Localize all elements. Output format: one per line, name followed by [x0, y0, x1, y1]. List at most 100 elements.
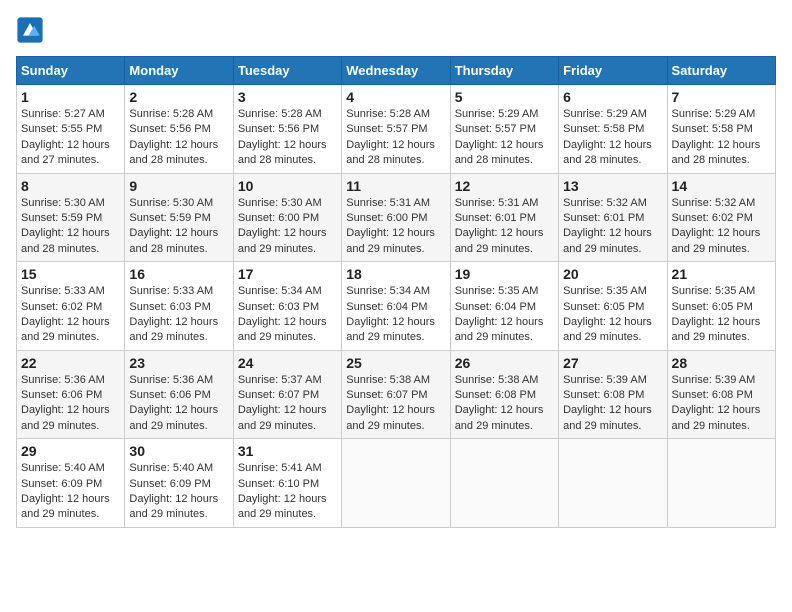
calendar-week-4: 22 Sunrise: 5:36 AM Sunset: 6:06 PM Dayl…: [17, 350, 776, 439]
sunset-label: Sunset: 6:07 PM: [346, 389, 427, 401]
sunset-label: Sunset: 6:04 PM: [455, 301, 536, 313]
sunrise-label: Sunrise: 5:31 AM: [455, 197, 539, 209]
day-info: Sunrise: 5:31 AM Sunset: 6:01 PM Dayligh…: [455, 196, 554, 258]
day-info: Sunrise: 5:34 AM Sunset: 6:04 PM Dayligh…: [346, 284, 445, 346]
sunrise-label: Sunrise: 5:29 AM: [672, 108, 756, 120]
sunset-label: Sunset: 5:59 PM: [21, 212, 102, 224]
daylight-label: Daylight: 12 hours and 29 minutes.: [672, 227, 761, 254]
day-info: Sunrise: 5:39 AM Sunset: 6:08 PM Dayligh…: [563, 373, 662, 435]
daylight-label: Daylight: 12 hours and 29 minutes.: [455, 227, 544, 254]
sunset-label: Sunset: 6:02 PM: [21, 301, 102, 313]
empty-cell: [450, 439, 558, 528]
calendar-day-31: 31 Sunrise: 5:41 AM Sunset: 6:10 PM Dayl…: [233, 439, 341, 528]
sunrise-label: Sunrise: 5:30 AM: [129, 197, 213, 209]
sunrise-label: Sunrise: 5:40 AM: [21, 462, 105, 474]
calendar-day-8: 8 Sunrise: 5:30 AM Sunset: 5:59 PM Dayli…: [17, 173, 125, 262]
day-info: Sunrise: 5:40 AM Sunset: 6:09 PM Dayligh…: [21, 461, 120, 523]
calendar-day-1: 1 Sunrise: 5:27 AM Sunset: 5:55 PM Dayli…: [17, 85, 125, 174]
sunrise-label: Sunrise: 5:29 AM: [455, 108, 539, 120]
calendar-table: SundayMondayTuesdayWednesdayThursdayFrid…: [16, 56, 776, 528]
day-info: Sunrise: 5:29 AM Sunset: 5:58 PM Dayligh…: [672, 107, 771, 169]
day-info: Sunrise: 5:32 AM Sunset: 6:01 PM Dayligh…: [563, 196, 662, 258]
sunset-label: Sunset: 5:58 PM: [672, 123, 753, 135]
sunset-label: Sunset: 5:58 PM: [563, 123, 644, 135]
day-number: 17: [238, 266, 337, 282]
sunrise-label: Sunrise: 5:39 AM: [563, 374, 647, 386]
calendar-day-11: 11 Sunrise: 5:31 AM Sunset: 6:00 PM Dayl…: [342, 173, 450, 262]
daylight-label: Daylight: 12 hours and 29 minutes.: [563, 404, 652, 431]
sunrise-label: Sunrise: 5:35 AM: [455, 285, 539, 297]
daylight-label: Daylight: 12 hours and 29 minutes.: [346, 316, 435, 343]
daylight-label: Daylight: 12 hours and 29 minutes.: [238, 493, 327, 520]
calendar-day-21: 21 Sunrise: 5:35 AM Sunset: 6:05 PM Dayl…: [667, 262, 775, 351]
sunset-label: Sunset: 6:08 PM: [672, 389, 753, 401]
day-info: Sunrise: 5:28 AM Sunset: 5:56 PM Dayligh…: [238, 107, 337, 169]
calendar-day-14: 14 Sunrise: 5:32 AM Sunset: 6:02 PM Dayl…: [667, 173, 775, 262]
day-number: 14: [672, 178, 771, 194]
calendar-day-15: 15 Sunrise: 5:33 AM Sunset: 6:02 PM Dayl…: [17, 262, 125, 351]
day-info: Sunrise: 5:37 AM Sunset: 6:07 PM Dayligh…: [238, 373, 337, 435]
calendar-day-10: 10 Sunrise: 5:30 AM Sunset: 6:00 PM Dayl…: [233, 173, 341, 262]
day-info: Sunrise: 5:34 AM Sunset: 6:03 PM Dayligh…: [238, 284, 337, 346]
day-info: Sunrise: 5:28 AM Sunset: 5:57 PM Dayligh…: [346, 107, 445, 169]
day-info: Sunrise: 5:38 AM Sunset: 6:07 PM Dayligh…: [346, 373, 445, 435]
day-number: 8: [21, 178, 120, 194]
day-number: 19: [455, 266, 554, 282]
daylight-label: Daylight: 12 hours and 29 minutes.: [21, 493, 110, 520]
sunrise-label: Sunrise: 5:36 AM: [129, 374, 213, 386]
sunset-label: Sunset: 6:02 PM: [672, 212, 753, 224]
day-info: Sunrise: 5:30 AM Sunset: 6:00 PM Dayligh…: [238, 196, 337, 258]
day-number: 12: [455, 178, 554, 194]
calendar-day-3: 3 Sunrise: 5:28 AM Sunset: 5:56 PM Dayli…: [233, 85, 341, 174]
calendar-body: 1 Sunrise: 5:27 AM Sunset: 5:55 PM Dayli…: [17, 85, 776, 528]
empty-cell: [342, 439, 450, 528]
day-number: 25: [346, 355, 445, 371]
calendar-day-19: 19 Sunrise: 5:35 AM Sunset: 6:04 PM Dayl…: [450, 262, 558, 351]
day-info: Sunrise: 5:39 AM Sunset: 6:08 PM Dayligh…: [672, 373, 771, 435]
calendar-day-29: 29 Sunrise: 5:40 AM Sunset: 6:09 PM Dayl…: [17, 439, 125, 528]
day-info: Sunrise: 5:35 AM Sunset: 6:05 PM Dayligh…: [672, 284, 771, 346]
sunrise-label: Sunrise: 5:35 AM: [563, 285, 647, 297]
sunset-label: Sunset: 6:06 PM: [21, 389, 102, 401]
daylight-label: Daylight: 12 hours and 27 minutes.: [21, 139, 110, 166]
sunset-label: Sunset: 6:00 PM: [346, 212, 427, 224]
calendar-header-sunday: Sunday: [17, 57, 125, 85]
daylight-label: Daylight: 12 hours and 29 minutes.: [563, 316, 652, 343]
sunset-label: Sunset: 6:08 PM: [455, 389, 536, 401]
sunset-label: Sunset: 6:05 PM: [672, 301, 753, 313]
day-number: 3: [238, 89, 337, 105]
day-info: Sunrise: 5:33 AM Sunset: 6:02 PM Dayligh…: [21, 284, 120, 346]
daylight-label: Daylight: 12 hours and 28 minutes.: [238, 139, 327, 166]
sunrise-label: Sunrise: 5:39 AM: [672, 374, 756, 386]
calendar-header-tuesday: Tuesday: [233, 57, 341, 85]
calendar-day-9: 9 Sunrise: 5:30 AM Sunset: 5:59 PM Dayli…: [125, 173, 233, 262]
day-number: 2: [129, 89, 228, 105]
calendar-day-30: 30 Sunrise: 5:40 AM Sunset: 6:09 PM Dayl…: [125, 439, 233, 528]
sunrise-label: Sunrise: 5:41 AM: [238, 462, 322, 474]
sunrise-label: Sunrise: 5:40 AM: [129, 462, 213, 474]
daylight-label: Daylight: 12 hours and 29 minutes.: [21, 316, 110, 343]
sunset-label: Sunset: 6:07 PM: [238, 389, 319, 401]
day-number: 27: [563, 355, 662, 371]
day-info: Sunrise: 5:29 AM Sunset: 5:58 PM Dayligh…: [563, 107, 662, 169]
calendar-day-24: 24 Sunrise: 5:37 AM Sunset: 6:07 PM Dayl…: [233, 350, 341, 439]
calendar-day-7: 7 Sunrise: 5:29 AM Sunset: 5:58 PM Dayli…: [667, 85, 775, 174]
day-info: Sunrise: 5:31 AM Sunset: 6:00 PM Dayligh…: [346, 196, 445, 258]
day-number: 30: [129, 443, 228, 459]
sunset-label: Sunset: 6:01 PM: [455, 212, 536, 224]
calendar-week-3: 15 Sunrise: 5:33 AM Sunset: 6:02 PM Dayl…: [17, 262, 776, 351]
daylight-label: Daylight: 12 hours and 28 minutes.: [21, 227, 110, 254]
day-number: 20: [563, 266, 662, 282]
day-info: Sunrise: 5:30 AM Sunset: 5:59 PM Dayligh…: [21, 196, 120, 258]
calendar-day-13: 13 Sunrise: 5:32 AM Sunset: 6:01 PM Dayl…: [559, 173, 667, 262]
day-number: 1: [21, 89, 120, 105]
sunrise-label: Sunrise: 5:30 AM: [238, 197, 322, 209]
sunset-label: Sunset: 6:04 PM: [346, 301, 427, 313]
calendar-week-1: 1 Sunrise: 5:27 AM Sunset: 5:55 PM Dayli…: [17, 85, 776, 174]
sunrise-label: Sunrise: 5:28 AM: [129, 108, 213, 120]
day-info: Sunrise: 5:41 AM Sunset: 6:10 PM Dayligh…: [238, 461, 337, 523]
day-number: 13: [563, 178, 662, 194]
sunrise-label: Sunrise: 5:28 AM: [346, 108, 430, 120]
daylight-label: Daylight: 12 hours and 28 minutes.: [672, 139, 761, 166]
sunrise-label: Sunrise: 5:34 AM: [238, 285, 322, 297]
